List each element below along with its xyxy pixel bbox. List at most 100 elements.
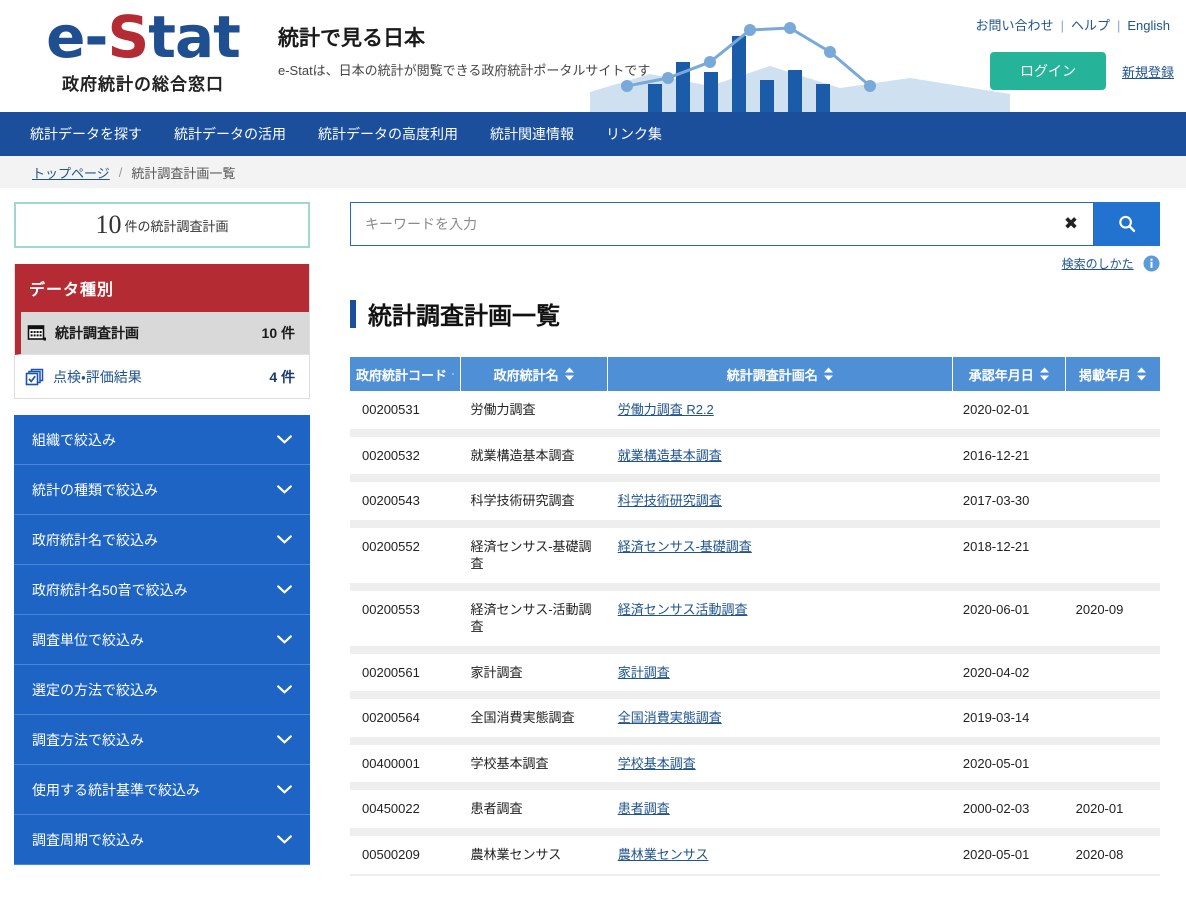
cell-publication-month: 2020-09: [1065, 590, 1160, 646]
login-button[interactable]: ログイン: [989, 52, 1106, 90]
plan-name-link[interactable]: 就業構造基本調査: [618, 448, 722, 463]
chevron-down-icon: [277, 585, 292, 594]
filter-organization[interactable]: 組織で絞込み: [14, 415, 310, 465]
nav-item-find-data[interactable]: 統計データを探す: [14, 112, 158, 156]
filter-panel: 組織で絞込み 統計の種類で絞込み 政府統計名で絞込み 政府統計名50音で絞込み …: [14, 415, 310, 865]
header-title-block: 統計で見る日本 e-Statは、日本の統計が閲覧できる政府統計ポータルサイトです: [278, 26, 650, 79]
datatype-item-label: 統計調査計画: [55, 325, 139, 341]
table-row: 00200543 科学技術研究調査 科学技術研究調査 2017-03-30: [350, 482, 1160, 520]
cell-publication-month: [1065, 482, 1160, 520]
cell-gov-stat-name: 全国消費実態調査: [460, 699, 608, 737]
table-row: 00400001 学校基本調査 学校基本調査 2020-05-01: [350, 744, 1160, 783]
filter-survey-method[interactable]: 調査方法で絞込み: [14, 715, 310, 765]
chevron-down-icon: [277, 685, 292, 694]
cell-publication-month: [1065, 653, 1160, 692]
cell-gov-stat-code: 00200543: [350, 482, 461, 520]
info-icon[interactable]: [1143, 255, 1160, 272]
plan-name-link[interactable]: 科学技術研究調査: [618, 493, 722, 508]
cell-approval-date: 2020-05-01: [952, 836, 1066, 874]
filter-label: 統計の種類で絞込み: [32, 481, 158, 498]
datatype-item-evaluation-results[interactable]: 点検・評価結果 4 件: [15, 355, 309, 398]
cell-gov-stat-code: 00200564: [350, 699, 461, 737]
cell-gov-stat-name: 農林業センサス: [460, 836, 608, 874]
cell-plan-name: 科学技術研究調査: [607, 482, 953, 520]
table-row-spacer: [350, 519, 1160, 528]
plan-name-link[interactable]: 経済センサス-基礎調査: [618, 539, 752, 554]
cell-approval-date: 2020-02-01: [952, 391, 1066, 429]
result-count-label: 件の統計調査計画: [124, 218, 229, 234]
cell-gov-stat-name: 学校基本調査: [460, 744, 608, 783]
sidebar: 10 件の統計調査計画 データ種別 統計調査計画 10 件 点検・評価結果 4 …: [14, 202, 310, 902]
cell-gov-stat-code: 00200552: [350, 527, 461, 583]
cell-gov-stat-name: 家計調査: [460, 653, 608, 692]
datatype-panel: データ種別 統計調査計画 10 件 点検・評価結果 4 件: [14, 264, 310, 399]
cell-gov-stat-name: 経済センサス-基礎調査: [460, 527, 608, 583]
cell-plan-name: 農林業センサス: [607, 836, 953, 874]
search-input-wrapper: ✖: [350, 202, 1094, 246]
cell-gov-stat-code: 00500209: [350, 836, 461, 874]
page-heading-subtitle: e-Statは、日本の統計が閲覧できる政府統計ポータルサイトです: [278, 63, 651, 79]
column-label: 統計調査計画名: [726, 367, 818, 383]
help-link[interactable]: ヘルプ: [1071, 18, 1110, 33]
plan-name-link[interactable]: 患者調査: [618, 801, 670, 816]
site-logo[interactable]: e-Stat 政府統計の総合窓口: [28, 8, 258, 95]
cell-approval-date: 2000-02-03: [952, 790, 1066, 829]
register-link[interactable]: 新規登録: [1122, 62, 1174, 81]
column-label: 政府統計コード: [356, 367, 448, 383]
global-navigation: 統計データを探す 統計データの活用 統計データの高度利用 統計関連情報 リンク集: [0, 112, 1186, 156]
plan-name-link[interactable]: 家計調査: [618, 665, 670, 680]
plan-name-link[interactable]: 労働力調査 R2.2: [618, 402, 714, 417]
nav-item-related-info[interactable]: 統計関連情報: [474, 112, 590, 156]
plans-table-wrapper: 政府統計コード 政府統計名 統計調査計画名 承認年月日 掲載年月 0020053…: [350, 357, 1160, 876]
column-header-gov-stat-code[interactable]: 政府統計コード: [350, 357, 461, 391]
filter-label: 政府統計名50音で絞込み: [32, 581, 188, 598]
plan-name-link[interactable]: 全国消費実態調査: [618, 710, 722, 725]
nav-item-advanced-use[interactable]: 統計データの高度利用: [302, 112, 474, 156]
table-header-row: 政府統計コード 政府統計名 統計調査計画名 承認年月日 掲載年月: [350, 357, 1160, 391]
nav-item-links[interactable]: リンク集: [590, 112, 678, 156]
nav-item-use-data[interactable]: 統計データの活用: [158, 112, 302, 156]
filter-survey-cycle[interactable]: 調査周期で絞込み: [14, 815, 310, 865]
filter-label: 選定の方法で絞込み: [32, 681, 158, 698]
clear-search-button[interactable]: ✖: [1049, 203, 1093, 245]
filter-label: 政府統計名で絞込み: [32, 531, 158, 548]
search-button[interactable]: [1094, 202, 1160, 246]
cell-gov-stat-name: 患者調査: [460, 790, 608, 829]
plan-name-link[interactable]: 学校基本調査: [618, 756, 696, 771]
datatype-item-survey-plan[interactable]: 統計調査計画 10 件: [15, 312, 309, 355]
filter-selection-method[interactable]: 選定の方法で絞込み: [14, 665, 310, 715]
plans-table: 政府統計コード 政府統計名 統計調査計画名 承認年月日 掲載年月 0020053…: [350, 357, 1160, 874]
search-input[interactable]: [351, 203, 1049, 245]
page-title-accent-bar: [350, 299, 356, 328]
header-actions: ログイン 新規登録: [989, 52, 1174, 90]
breadcrumb-separator: /: [118, 164, 123, 180]
column-header-approval-date[interactable]: 承認年月日: [952, 357, 1067, 391]
table-row: 00200532 就業構造基本調査 就業構造基本調査 2016-12-21: [350, 436, 1160, 475]
chevron-down-icon: [277, 635, 292, 644]
column-header-plan-name[interactable]: 統計調査計画名: [607, 357, 954, 391]
plan-name-link[interactable]: 農林業センサス: [618, 847, 709, 862]
logo-wordmark: e-Stat: [46, 3, 241, 71]
filter-statistical-standard[interactable]: 使用する統計基準で絞込み: [14, 765, 310, 815]
search-icon: [1119, 215, 1136, 232]
filter-survey-unit[interactable]: 調査単位で絞込み: [14, 615, 310, 665]
contact-link[interactable]: お問い合わせ: [976, 18, 1054, 33]
plan-name-link[interactable]: 経済センサス活動調査: [618, 602, 748, 617]
english-link[interactable]: English: [1127, 18, 1170, 33]
cell-publication-month: 2020-01: [1065, 790, 1160, 829]
table-row-spacer: [350, 428, 1160, 437]
search-help-link[interactable]: 検索のしかた: [1062, 257, 1134, 271]
filter-gov-stat-name[interactable]: 政府統計名で絞込み: [14, 515, 310, 565]
column-header-publication-month[interactable]: 掲載年月: [1065, 357, 1160, 391]
sort-arrows-icon: [452, 372, 454, 376]
chevron-down-icon: [277, 535, 292, 544]
filter-statistics-type[interactable]: 統計の種類で絞込み: [14, 465, 310, 515]
filter-gov-stat-name-kana[interactable]: 政府統計名50音で絞込み: [14, 565, 310, 615]
cell-gov-stat-name: 労働力調査: [460, 391, 608, 429]
page-title: 統計調査計画一覧: [350, 296, 1160, 331]
plans-table-body: 00200531 労働力調査 労働力調査 R2.2 2020-02-01 0020053…: [350, 391, 1160, 874]
column-header-gov-stat-name[interactable]: 政府統計名: [460, 357, 609, 391]
cell-gov-stat-name: 経済センサス-活動調査: [460, 590, 608, 646]
breadcrumb-home-link[interactable]: トップページ: [32, 163, 110, 182]
filter-label: 調査周期で絞込み: [32, 831, 144, 848]
